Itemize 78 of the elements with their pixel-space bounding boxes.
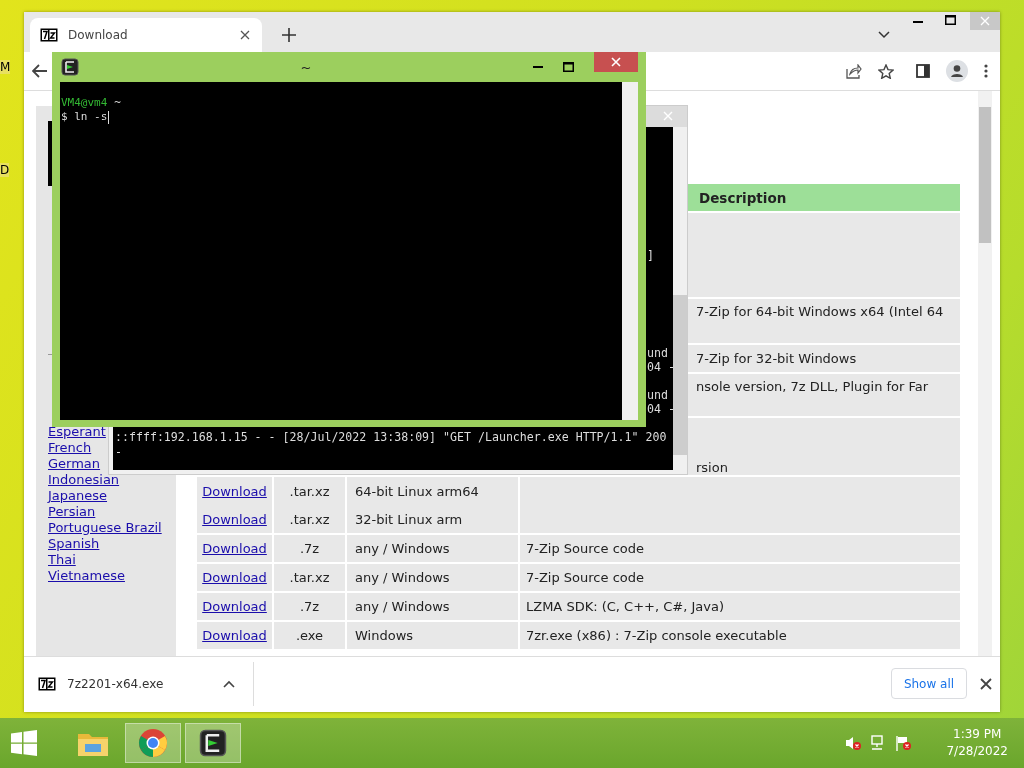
chevron-down-icon[interactable] <box>878 31 890 39</box>
table-cell: .tar.xz <box>274 506 345 533</box>
table-cell: 7-Zip Source code <box>520 564 960 591</box>
table-cell: .7z <box>274 593 345 620</box>
language-link[interactable]: Thai <box>48 552 76 568</box>
profile-icon[interactable] <box>946 60 968 82</box>
table-cell: 7zr.exe (x86) : 7-Zip console executable <box>520 622 960 649</box>
terminal-text: ] <box>647 248 654 262</box>
terminal-text: 04 - <box>647 360 675 374</box>
close-icon <box>980 16 990 26</box>
browser-icon <box>138 728 168 758</box>
language-link[interactable]: Indonesian <box>48 472 120 488</box>
archive-logo-icon <box>40 28 58 42</box>
share-icon[interactable] <box>846 63 862 79</box>
terminal-app-icon <box>199 729 227 757</box>
show-all-button[interactable]: Show all <box>891 668 967 699</box>
minimize-icon[interactable] <box>913 21 923 24</box>
scrollbar[interactable] <box>622 82 638 420</box>
terminal-text: und <box>647 388 668 402</box>
flag-icon[interactable] <box>895 735 912 751</box>
download-link[interactable]: Download <box>202 570 267 585</box>
terminal-text: und <box>647 346 668 360</box>
download-link[interactable]: Download <box>202 484 267 499</box>
close-icon[interactable] <box>980 677 992 690</box>
table-cell: 32-bit Linux arm <box>347 506 518 533</box>
back-arrow-icon[interactable] <box>32 64 48 78</box>
table-cell: .tar.xz <box>274 564 345 591</box>
windows-logo-icon[interactable] <box>11 730 37 756</box>
table-cell: .exe <box>274 622 345 649</box>
table-cell: .7z <box>274 535 345 562</box>
language-link[interactable]: Spanish <box>48 536 100 552</box>
menu-icon[interactable] <box>984 64 988 78</box>
maximize-icon[interactable] <box>945 15 956 25</box>
language-link[interactable]: Persian <box>48 504 96 520</box>
terminal-text: 04 - <box>647 402 675 416</box>
download-link[interactable]: Download <box>202 512 267 527</box>
terminal-app-icon <box>61 58 79 76</box>
download-link[interactable]: Download <box>202 599 267 614</box>
terminal-command: $ ln -s <box>61 110 108 124</box>
language-link[interactable]: Japanese <box>48 488 108 504</box>
scrollbar[interactable] <box>978 91 992 656</box>
scrollbar[interactable] <box>673 127 687 470</box>
language-link[interactable]: Vietnamese <box>48 568 125 584</box>
taskbar-button[interactable] <box>185 723 241 763</box>
close-icon <box>611 57 621 67</box>
new-tab-icon[interactable] <box>282 28 296 42</box>
desktop-icon-label[interactable]: D <box>0 163 10 177</box>
table-cell: .tar.xz <box>274 477 345 506</box>
archive-logo-icon <box>38 676 56 691</box>
minimize-icon[interactable] <box>533 65 543 69</box>
language-link[interactable]: French <box>48 440 92 456</box>
speaker-muted-icon[interactable] <box>845 735 862 751</box>
window-title: ~ <box>299 59 313 75</box>
text-cursor <box>108 110 110 124</box>
language-link[interactable]: German <box>48 456 101 472</box>
side-panel-icon[interactable] <box>916 64 930 78</box>
table-cell: any / Windows <box>347 593 518 620</box>
close-button[interactable] <box>594 52 638 72</box>
terminal-line: - <box>115 445 122 459</box>
caret-up-icon[interactable] <box>223 679 236 688</box>
maximize-icon[interactable] <box>563 62 574 72</box>
download-link[interactable]: Download <box>202 541 267 556</box>
terminal-path: ~ <box>114 96 121 110</box>
star-icon[interactable] <box>878 63 894 79</box>
table-cell: 64-bit Linux arm64 <box>347 477 518 506</box>
table-cell: LZMA SDK: (C, C++, C#, Java) <box>520 593 960 620</box>
downloaded-file-name[interactable]: 7z2201-x64.exe <box>67 676 164 691</box>
language-link[interactable]: Esperant <box>48 424 106 440</box>
table-cell: Windows <box>347 622 518 649</box>
language-link[interactable]: Portuguese Brazil <box>48 520 162 536</box>
close-icon[interactable] <box>240 30 250 40</box>
table-cell: any / Windows <box>347 535 518 562</box>
table-cell: 7-Zip Source code <box>520 535 960 562</box>
download-link[interactable]: Download <box>202 628 267 643</box>
terminal-user: VM4@vm4 <box>61 96 108 110</box>
table-cell: any / Windows <box>347 564 518 591</box>
desktop-icon-label[interactable]: M <box>0 60 11 74</box>
browser-tab[interactable]: Download <box>30 18 262 52</box>
